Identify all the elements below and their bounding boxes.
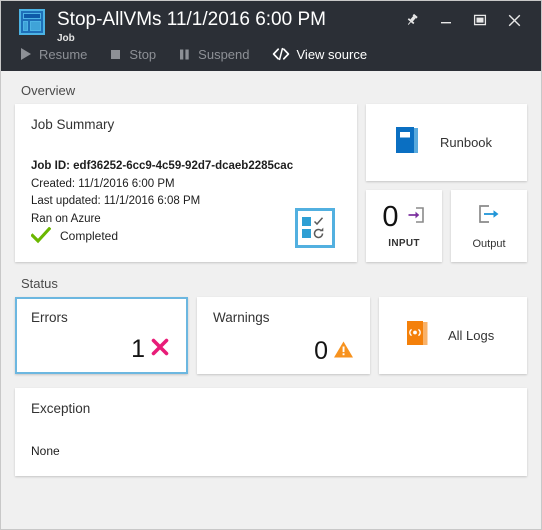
overview-row: Job Summary Job ID: edf36252-6cc9-4c59-9… [15, 104, 527, 262]
azure-blade-icon-panes [23, 21, 41, 31]
pause-icon [178, 47, 191, 61]
play-icon [19, 47, 32, 61]
status-row: Errors 1 Warnings 0 All Logs [15, 297, 527, 374]
warnings-title: Warnings [213, 310, 270, 325]
title-text-wrap: Stop-AllVMs 11/1/2016 6:00 PM Job [57, 8, 326, 45]
code-brackets-icon [272, 47, 290, 61]
stop-square-icon [109, 47, 122, 61]
blue-book-icon [390, 123, 424, 162]
stop-label: Stop [129, 46, 157, 62]
input-tile[interactable]: 0 INPUT [366, 190, 442, 262]
exception-tile[interactable]: Exception None [15, 388, 527, 476]
errors-tile[interactable]: Errors 1 [15, 297, 188, 374]
input-label: INPUT [388, 238, 420, 249]
created-line: Created: 11/1/2016 6:00 PM [31, 177, 175, 190]
title-bar: Stop-AllVMs 11/1/2016 6:00 PM Job Resume… [1, 1, 541, 71]
ran-on-line: Ran on Azure [31, 212, 101, 225]
pink-x-icon [150, 337, 170, 362]
resume-button[interactable]: Resume [19, 47, 87, 62]
exception-title: Exception [31, 401, 91, 416]
job-status-line: Completed [31, 227, 118, 244]
azure-blade-icon-pane-right [30, 21, 41, 31]
errors-title: Errors [31, 310, 68, 325]
overview-section-label: Overview [21, 83, 76, 98]
last-updated-line: Last updated: 11/1/2016 6:08 PM [31, 195, 201, 207]
output-top [474, 202, 504, 231]
orange-logs-book-icon [401, 317, 433, 354]
all-logs-tile[interactable]: All Logs [379, 297, 527, 374]
view-source-button[interactable]: View source [272, 46, 368, 62]
overview-right-column: Runbook 0 INPUT Output [366, 104, 527, 262]
view-source-label: View source [296, 46, 368, 62]
task-checklist-icon [295, 208, 335, 248]
job-id-line: Job ID: edf36252-6cc9-4c59-92d7-dcaeb228… [31, 160, 294, 172]
maximize-icon[interactable] [463, 9, 497, 31]
runbook-tile[interactable]: Runbook [366, 104, 527, 181]
errors-value: 1 [131, 337, 170, 362]
all-logs-label: All Logs [448, 328, 495, 343]
exception-value: None [31, 444, 60, 458]
minimize-icon[interactable] [429, 9, 463, 31]
input-arrow-icon [406, 205, 426, 230]
output-tile[interactable]: Output [451, 190, 527, 262]
azure-blade-icon [19, 9, 45, 35]
job-status-label: Completed [60, 228, 119, 243]
resume-label: Resume [39, 46, 88, 62]
job-summary-details: Job ID: edf36252-6cc9-4c59-92d7-dcaeb228… [31, 158, 293, 228]
warnings-value: 0 [314, 339, 354, 364]
output-label: Output [472, 238, 506, 250]
warnings-count: 0 [314, 337, 328, 365]
suspend-label: Suspend [198, 46, 250, 62]
warnings-tile[interactable]: Warnings 0 [197, 297, 370, 374]
suspend-button[interactable]: Suspend [178, 46, 250, 62]
input-count: 0 [382, 201, 399, 233]
orange-warning-triangle-icon [333, 340, 354, 364]
azure-blade-icon-pane-left [23, 21, 28, 31]
green-check-icon [31, 227, 51, 244]
stop-button[interactable]: Stop [109, 47, 156, 62]
job-details-window: Stop-AllVMs 11/1/2016 6:00 PM Job Resume… [0, 0, 542, 530]
output-arrow-icon [474, 202, 504, 231]
job-summary-title: Job Summary [31, 117, 115, 132]
close-icon[interactable] [497, 9, 531, 31]
pin-icon[interactable] [395, 9, 429, 31]
window-title: Stop-AllVMs 11/1/2016 6:00 PM [57, 9, 326, 30]
job-summary-tile[interactable]: Job Summary Job ID: edf36252-6cc9-4c59-9… [15, 104, 357, 262]
io-row: 0 INPUT Output [366, 190, 527, 262]
errors-count: 1 [131, 335, 145, 363]
content-area: Overview Job Summary Job ID: edf36252-6c… [1, 71, 541, 529]
azure-blade-icon-topbar [23, 13, 41, 19]
window-controls [395, 9, 531, 31]
input-top: 0 [382, 201, 426, 233]
window-subtitle: Job [57, 33, 75, 44]
status-section-label: Status [21, 276, 58, 291]
runbook-label: Runbook [440, 135, 493, 150]
